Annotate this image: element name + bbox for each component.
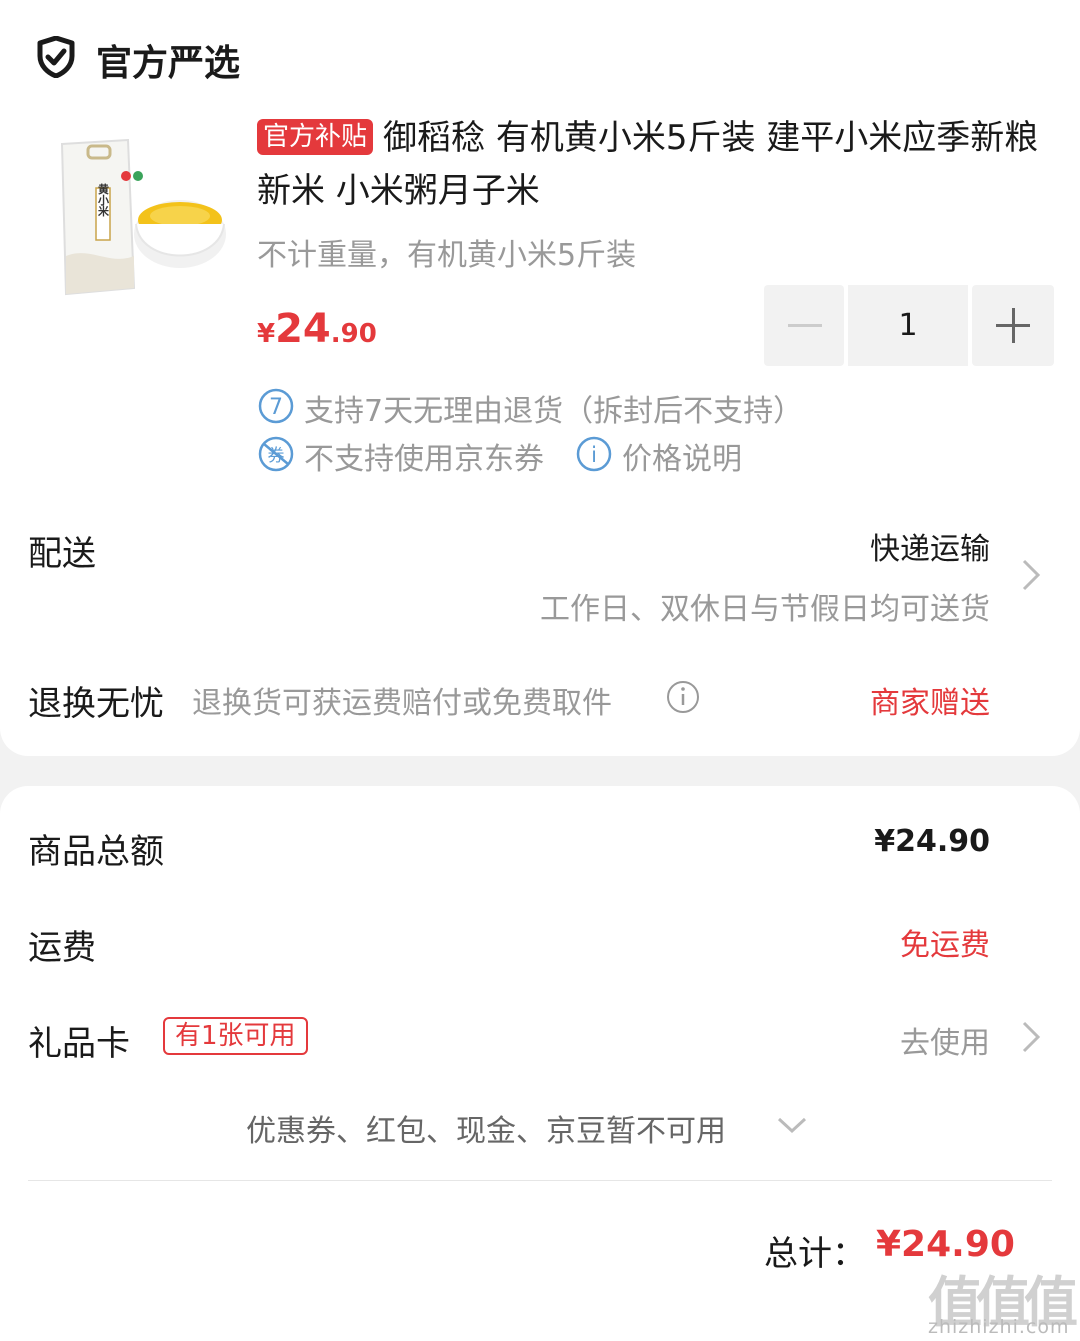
goods-total-label: 商品总额 [28,832,164,872]
product-image[interactable]: 黄小米 [40,116,232,308]
price-explanation-link[interactable]: 价格说明 [622,434,742,478]
shipping-label: 运费 [28,928,96,968]
returns-value[interactable]: 商家赠送 [870,678,990,722]
delivery-label: 配送 [28,534,96,574]
summary-divider [28,1180,1052,1181]
quantity-stepper: 1 [764,285,1054,366]
product-spec[interactable]: 不计重量，有机黄小米5斤装 [257,230,636,274]
svg-text:i: i [591,443,597,467]
gift-card-label: 礼品卡 [28,1024,130,1064]
no-coupon-text[interactable]: 不支持使用京东券 [304,434,544,478]
return-policy-text[interactable]: 支持7天无理由退货（拆封后不支持） [304,386,803,430]
watermark-domain: zhizhizhi.com [928,1316,1070,1338]
store-name[interactable]: 官方严选 [96,34,240,86]
shield-check-icon [37,36,75,78]
gift-card-use-link[interactable]: 去使用 [900,1018,990,1062]
delivery-note[interactable]: 工作日、双休日与节假日均可送货 [540,584,990,628]
shipping-value: 免运费 [900,928,990,963]
product-title-text: 御稻稔 有机黄小米5斤装 建平小米应季新粮新米 小米粥月子米 [257,118,1039,211]
gift-card-available-badge: 有1张可用 [163,1017,308,1055]
quantity-input[interactable]: 1 [848,285,968,366]
svg-text:7: 7 [269,395,283,420]
package-text: 黄小米 [97,182,111,217]
info-icon: i [576,436,612,472]
delivery-method[interactable]: 快递运输 [870,524,990,568]
chevron-down-icon[interactable] [776,1114,808,1136]
returns-info-icon[interactable] [666,680,700,714]
increase-quantity-button[interactable] [972,285,1054,366]
minus-icon [788,324,822,327]
unavailable-discounts-note[interactable]: 优惠券、红包、现金、京豆暂不可用 [246,1106,726,1150]
returns-desc: 退换货可获运费赔付或免费取件 [192,686,612,721]
decrease-quantity-button[interactable] [764,285,844,366]
returns-label: 退换无忧 [28,684,164,724]
total-label: 总计： [764,1234,866,1274]
product-title[interactable]: 官方补贴 御稻稔 有机黄小米5斤装 建平小米应季新粮新米 小米粥月子米 [257,112,1057,218]
seven-day-return-icon: 7 [258,388,294,424]
no-coupon-icon: 券 [258,436,294,472]
order-item-card: 官方严选 黄小米 官方补贴 御稻稔 有机黄小米5斤装 建平小米应季新粮新米 小米粥… [0,0,1080,756]
chevron-right-icon[interactable] [1020,1020,1042,1054]
chevron-right-icon[interactable] [1020,558,1042,592]
goods-total-value: ¥24.90 [874,824,990,859]
product-price: ¥24.90 [257,306,377,352]
official-subsidy-badge: 官方补贴 [257,119,374,155]
